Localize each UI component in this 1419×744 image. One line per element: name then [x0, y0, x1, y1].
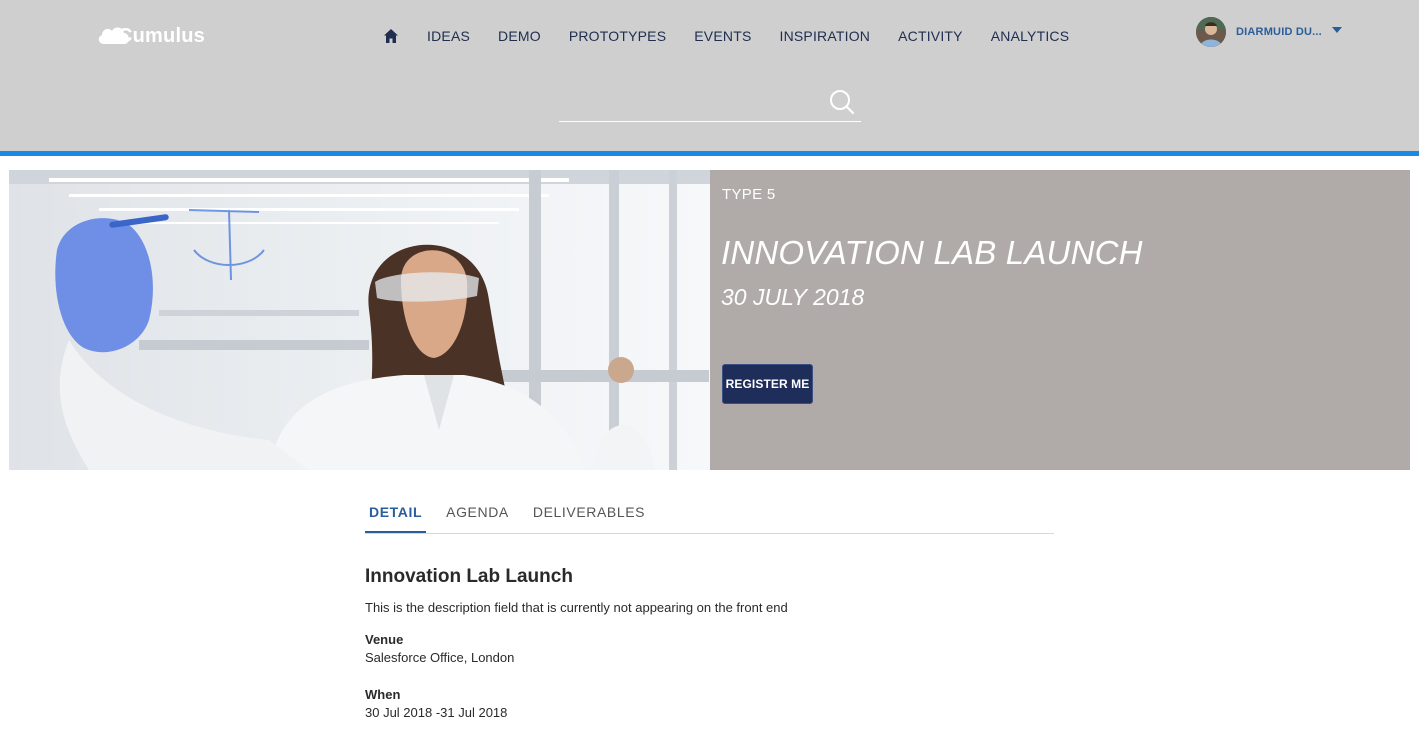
nav-item-prototypes[interactable]: PROTOTYPES: [569, 28, 666, 44]
user-menu[interactable]: DIARMUID DU...: [1196, 17, 1342, 47]
search-icon[interactable]: [829, 89, 855, 115]
main-nav: IDEAS DEMO PROTOTYPES EVENTS INSPIRATION…: [382, 25, 1069, 47]
detail-content: Innovation Lab Launch This is the descri…: [365, 566, 1054, 742]
when-value: 30 Jul 2018 -31 Jul 2018: [365, 705, 508, 720]
hero-panel: TYPE 5 INNOVATION LAB LAUNCH 30 JULY 201…: [710, 170, 1410, 470]
user-name: DIARMUID DU...: [1236, 26, 1322, 38]
event-type: TYPE 5: [722, 186, 776, 203]
detail-description: This is the description field that is cu…: [365, 600, 788, 615]
home-icon[interactable]: [382, 27, 400, 45]
search-box: [559, 84, 861, 122]
caret-down-icon: [1331, 27, 1342, 33]
tab-agenda[interactable]: AGENDA: [442, 496, 513, 533]
tab-detail[interactable]: DETAIL: [365, 496, 427, 533]
tab-deliverables[interactable]: DELIVERABLES: [529, 496, 649, 533]
venue-value: Salesforce Office, London: [365, 650, 515, 665]
cumulus-logo[interactable]: Cumulus: [96, 20, 205, 52]
nav-item-inspiration[interactable]: INSPIRATION: [779, 28, 870, 44]
site-header: Cumulus IDEAS DEMO PROTOTYPES EVENTS INS…: [0, 0, 1419, 152]
nav-item-ideas[interactable]: IDEAS: [427, 28, 470, 44]
event-date: 30 JULY 2018: [721, 284, 865, 310]
nav-item-events[interactable]: EVENTS: [694, 28, 751, 44]
nav-item-analytics[interactable]: ANALYTICS: [991, 28, 1070, 44]
nav-item-activity[interactable]: ACTIVITY: [898, 28, 963, 44]
event-title: INNOVATION LAB LAUNCH: [721, 234, 1143, 271]
logo-text: Cumulus: [118, 24, 205, 47]
avatar: [1196, 17, 1226, 47]
when-label: When: [365, 687, 401, 702]
header-accent-bar: [0, 151, 1419, 156]
nav-item-demo[interactable]: DEMO: [498, 28, 541, 44]
venue-label: Venue: [365, 632, 404, 647]
detail-title: Innovation Lab Launch: [365, 566, 573, 587]
hero-image: [9, 170, 710, 470]
search-input[interactable]: [559, 84, 819, 120]
register-button[interactable]: REGISTER ME: [722, 364, 813, 404]
tab-bar: DETAIL AGENDA DELIVERABLES: [365, 496, 1054, 534]
